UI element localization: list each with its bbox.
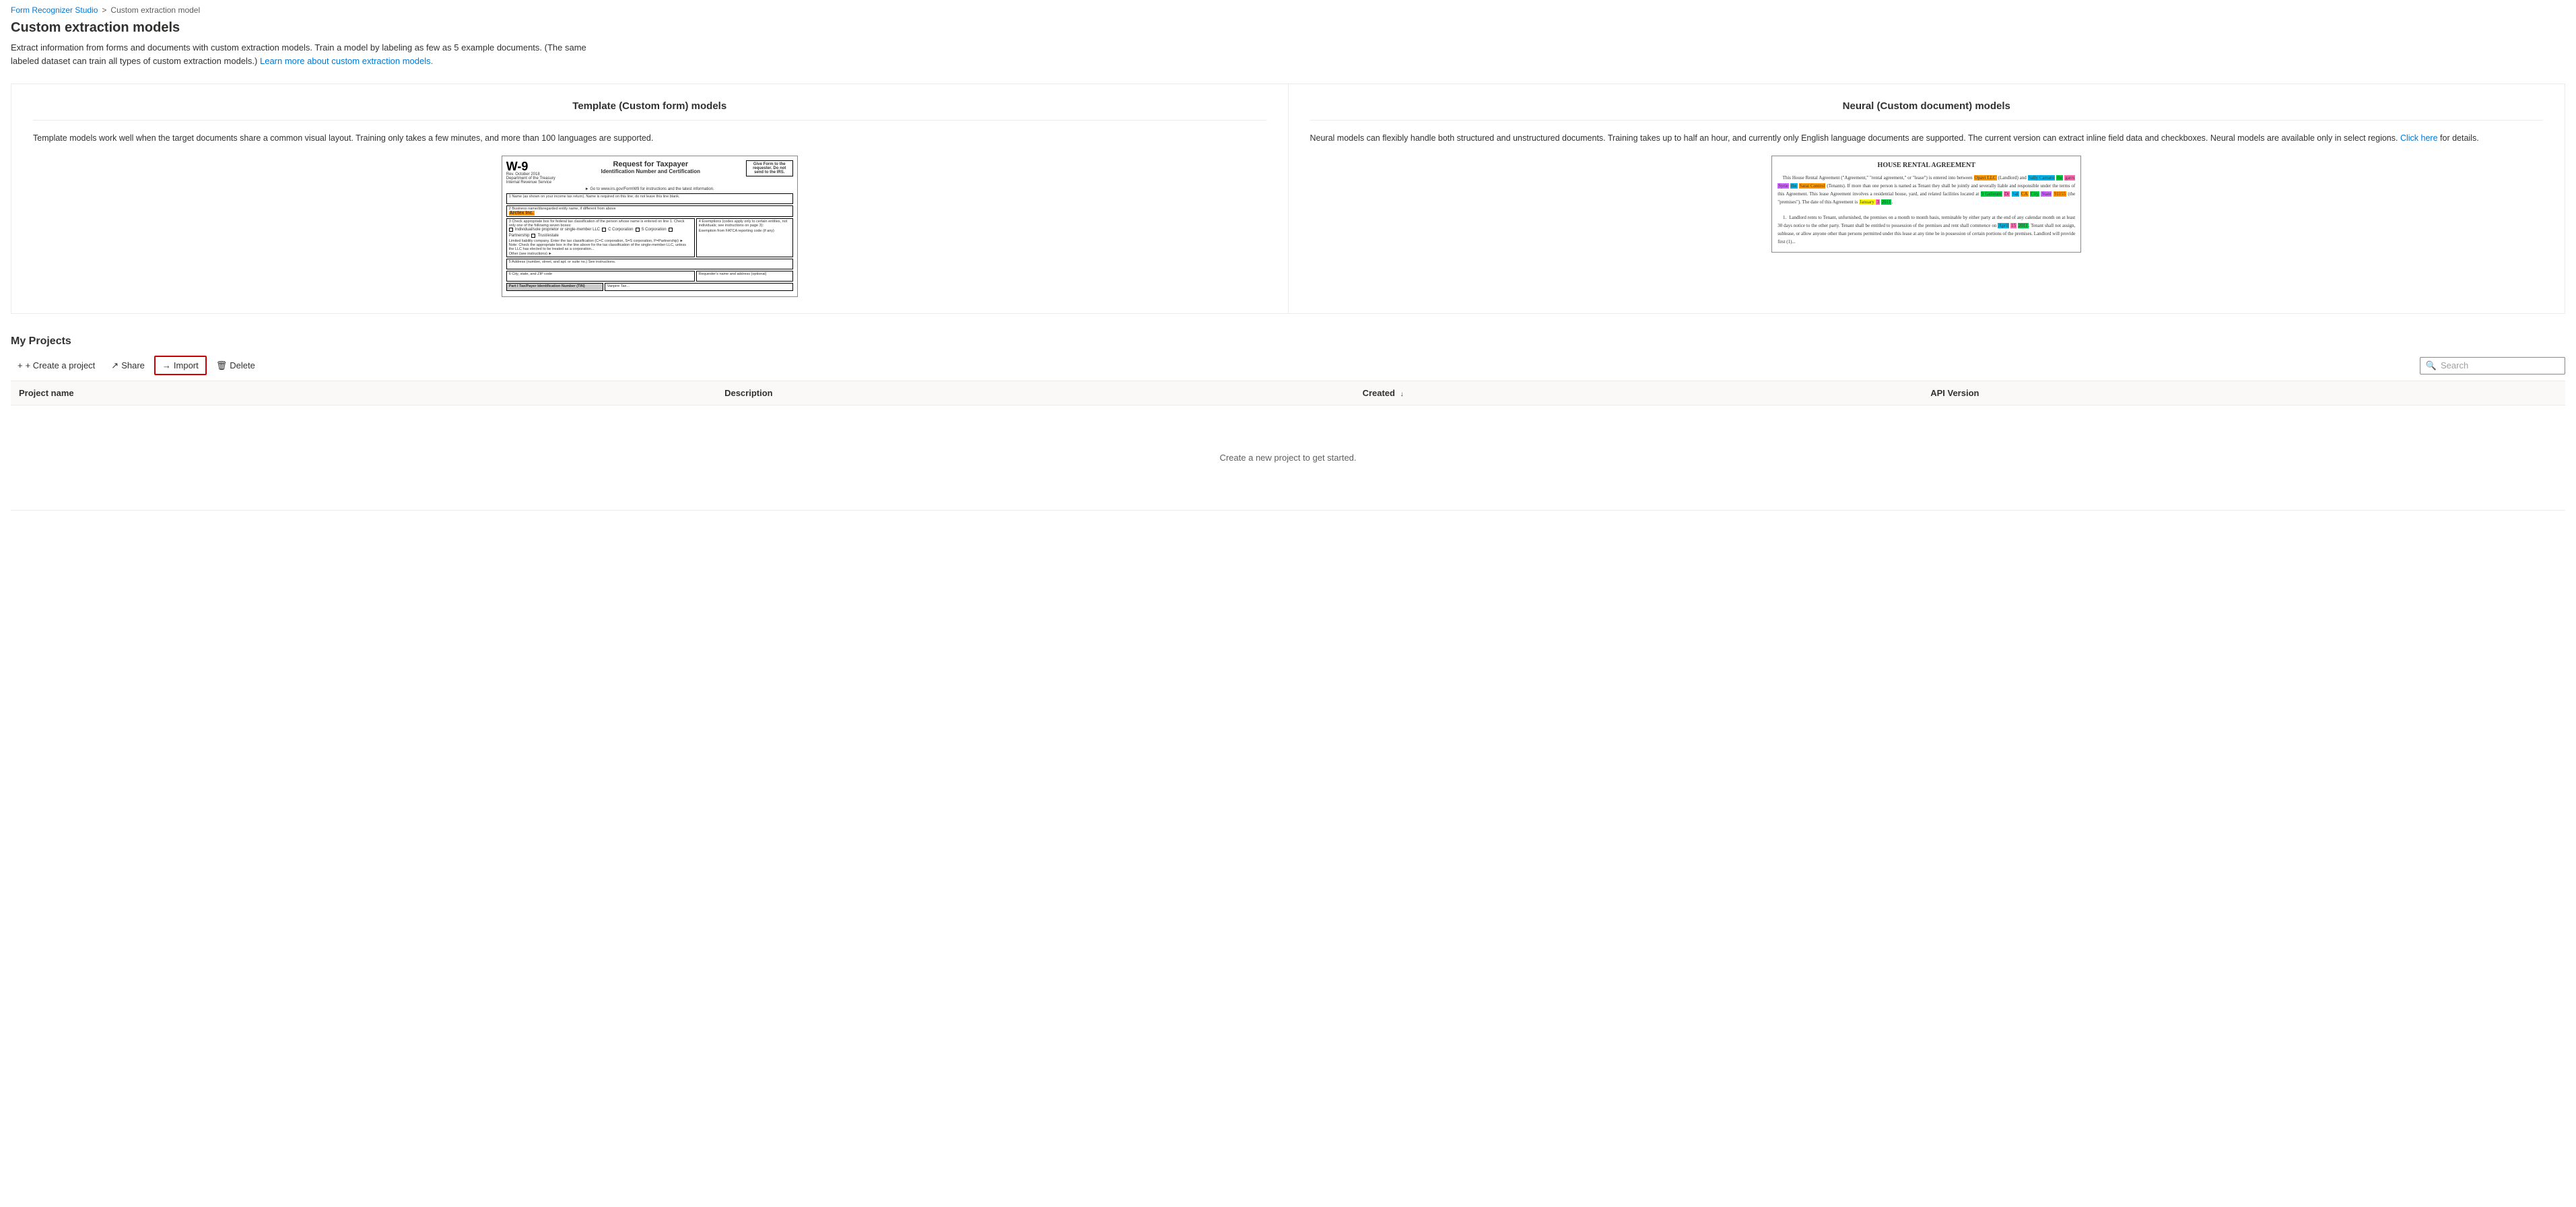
- plus-icon: +: [18, 360, 23, 370]
- breadcrumb-studio-link[interactable]: Form Recognizer Studio: [11, 5, 98, 15]
- projects-section-title: My Projects: [11, 335, 2565, 348]
- neural-model-card: Neural (Custom document) models Neural m…: [1289, 84, 2565, 313]
- delete-icon: 🗑: [216, 360, 228, 371]
- template-card-title: Template (Custom form) models: [33, 100, 1266, 121]
- create-project-button[interactable]: + + Create a project: [11, 357, 102, 374]
- learn-more-link[interactable]: Learn more about custom extraction model…: [260, 56, 433, 66]
- template-card-desc: Template models work well when the targe…: [33, 131, 1266, 145]
- share-button[interactable]: ↗ Share: [104, 357, 151, 374]
- projects-toolbar: + + Create a project ↗ Share → Import 🗑 …: [11, 356, 2565, 381]
- search-input[interactable]: [2441, 360, 2559, 370]
- page-title: Custom extraction models: [11, 20, 2565, 36]
- col-created[interactable]: Created ↓: [1355, 381, 1923, 405]
- projects-table: Project name Description Created ↓ API V…: [11, 381, 2565, 511]
- table-body: Create a new project to get started.: [11, 405, 2565, 511]
- rental-agreement-preview: HOUSE RENTAL AGREEMENT This House Rental…: [1771, 156, 2081, 253]
- page-content: Custom extraction models Extract informa…: [0, 20, 2576, 532]
- breadcrumb-current: Custom extraction model: [110, 5, 200, 15]
- search-box[interactable]: 🔍: [2420, 357, 2565, 374]
- col-api-version: API Version: [1922, 381, 2565, 405]
- col-project-name: Project name: [11, 381, 716, 405]
- empty-state-message: Create a new project to get started.: [19, 412, 2557, 503]
- projects-section: My Projects + + Create a project ↗ Share…: [11, 335, 2565, 511]
- import-icon: →: [162, 360, 171, 370]
- breadcrumb: Form Recognizer Studio > Custom extracti…: [0, 0, 2576, 20]
- search-icon: 🔍: [2426, 360, 2437, 371]
- breadcrumb-separator: >: [102, 5, 106, 15]
- import-button[interactable]: → Import: [154, 356, 207, 375]
- w9-form-preview: W-9 Rev. October 2018 Department of the …: [502, 156, 798, 297]
- click-here-link[interactable]: Click here: [2400, 133, 2438, 143]
- neural-card-desc: Neural models can flexibly handle both s…: [1310, 131, 2544, 145]
- template-model-card: Template (Custom form) models Template m…: [11, 84, 1289, 313]
- toolbar-left: + + Create a project ↗ Share → Import 🗑 …: [11, 356, 262, 375]
- table-header: Project name Description Created ↓ API V…: [11, 381, 2565, 405]
- col-description: Description: [716, 381, 1354, 405]
- delete-button[interactable]: 🗑 Delete: [209, 357, 262, 374]
- page-description: Extract information from forms and docum…: [11, 41, 617, 67]
- neural-card-title: Neural (Custom document) models: [1310, 100, 2544, 121]
- share-icon: ↗: [111, 360, 118, 371]
- model-cards-container: Template (Custom form) models Template m…: [11, 84, 2565, 314]
- sort-icon: ↓: [1400, 391, 1404, 398]
